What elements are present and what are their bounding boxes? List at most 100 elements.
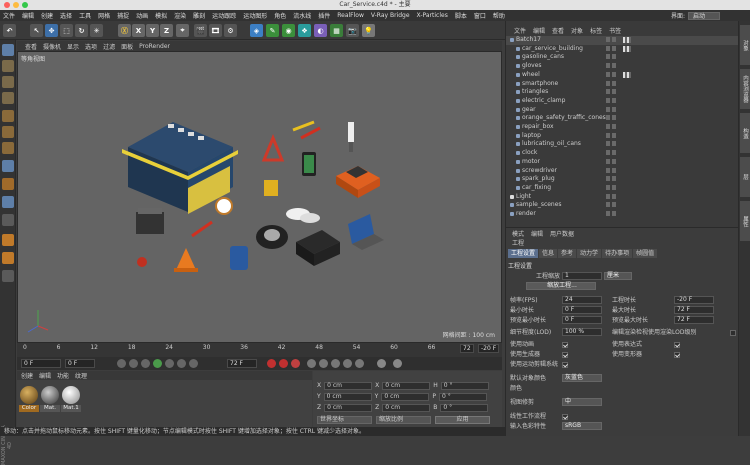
start-frame-field[interactable]: 0 F	[21, 359, 61, 368]
linear-workflow-checkbox[interactable]	[562, 414, 568, 420]
traffic-cone[interactable]	[174, 248, 198, 272]
menu-item[interactable]: 雕刻	[193, 11, 205, 20]
object-row[interactable]: gasoline_cans	[506, 53, 739, 62]
screwdriver[interactable]	[191, 220, 213, 238]
attribute-menu-item[interactable]: 用户数据	[550, 229, 574, 238]
viewport-menu-item[interactable]: 选项	[85, 42, 97, 51]
rotation-p-field[interactable]: 0 °	[438, 392, 487, 401]
timeline-layout-icon[interactable]	[377, 359, 386, 368]
minimize-icon[interactable]	[13, 2, 19, 8]
menu-item[interactable]: 选择	[60, 11, 72, 20]
visibility-dot[interactable]	[612, 106, 616, 112]
visibility-dot[interactable]	[606, 202, 610, 208]
object-name[interactable]: triangles	[522, 88, 548, 97]
scale-project-button[interactable]: 缩放工程...	[526, 282, 596, 290]
visibility-flags[interactable]	[606, 176, 618, 182]
visibility-flags[interactable]	[606, 63, 618, 69]
use-gen-checkbox[interactable]	[562, 352, 568, 358]
object-name[interactable]: lubricating_oil_cans	[522, 140, 581, 149]
visibility-flags[interactable]	[606, 54, 618, 60]
use-motion-checkbox[interactable]	[562, 362, 568, 368]
material-menu-item[interactable]: 创建	[21, 371, 33, 380]
object-row[interactable]: electric_clamp	[506, 97, 739, 106]
visibility-dot[interactable]	[612, 211, 616, 216]
visibility-flags[interactable]	[606, 202, 618, 208]
visibility-dot[interactable]	[606, 150, 610, 156]
visibility-dot[interactable]	[612, 167, 616, 173]
visibility-flags[interactable]	[606, 184, 618, 191]
menu-item[interactable]: 运动图形	[243, 11, 267, 20]
right-tab[interactable]: 内容浏览器	[740, 69, 750, 109]
visibility-dot[interactable]	[606, 89, 610, 95]
object-name[interactable]: electric_clamp	[522, 97, 565, 106]
menu-item[interactable]: V-Ray Bridge	[371, 12, 410, 19]
visibility-dot[interactable]	[606, 158, 610, 164]
object-name[interactable]: repair_box	[522, 123, 554, 132]
object-row[interactable]: render	[506, 210, 739, 219]
right-tab[interactable]: 构造	[740, 113, 750, 153]
object-row[interactable]: clock	[506, 149, 739, 158]
pla-key-icon[interactable]	[355, 359, 364, 368]
use-deform-checkbox[interactable]	[674, 352, 680, 358]
visibility-flags[interactable]	[606, 115, 618, 121]
rotation-h-field[interactable]: 0 °	[440, 381, 489, 390]
position-x-field[interactable]: 0 cm	[324, 381, 373, 390]
viewport-menu-item[interactable]: 面板	[121, 42, 133, 51]
view-clip-dropdown[interactable]: 中	[562, 398, 602, 406]
visibility-flags[interactable]	[606, 124, 618, 130]
layout-selector[interactable]: 界面: 启动	[671, 10, 720, 21]
material-tag-icon[interactable]	[623, 71, 631, 78]
visibility-dot[interactable]	[612, 202, 616, 208]
light-icon[interactable]: 💡	[362, 24, 375, 37]
visibility-dot[interactable]	[606, 141, 610, 147]
object-row[interactable]: motor	[506, 158, 739, 167]
object-menu-item[interactable]: 标签	[590, 26, 602, 35]
timeline-menu-icon[interactable]	[393, 359, 402, 368]
apply-button[interactable]: 应用	[435, 416, 490, 424]
lubricating-oil-can[interactable]	[230, 246, 248, 270]
visibility-flags[interactable]	[606, 89, 618, 95]
object-row[interactable]: smartphone	[506, 80, 739, 89]
menu-item[interactable]: 运动跟踪	[212, 11, 236, 20]
visibility-flags[interactable]	[606, 132, 618, 139]
object-name[interactable]: clock	[522, 149, 537, 158]
enable-axis-icon[interactable]	[2, 160, 14, 172]
prev-key-icon[interactable]	[129, 359, 138, 368]
menu-item[interactable]: 捕捉	[117, 11, 129, 20]
move-tool-icon[interactable]: ✥	[45, 24, 58, 37]
close-icon[interactable]	[4, 2, 10, 8]
object-name[interactable]: Light	[516, 193, 531, 202]
viewport-menu-item[interactable]: 查看	[25, 42, 37, 51]
workplane-icon[interactable]	[2, 92, 14, 104]
object-name[interactable]: sample_scenes	[516, 201, 562, 210]
visibility-dot[interactable]	[612, 184, 616, 190]
visibility-dot[interactable]	[606, 193, 610, 199]
snap-icon[interactable]	[2, 196, 14, 208]
visibility-dot[interactable]	[612, 37, 616, 42]
preview-max-field[interactable]: 72 F	[674, 316, 714, 324]
spark-plug[interactable]	[348, 122, 354, 152]
layout-dropdown[interactable]: 启动	[687, 11, 720, 20]
render-picture-icon[interactable]: 🎞	[209, 24, 222, 37]
object-name[interactable]: laptop	[522, 132, 541, 141]
menu-item[interactable]: 窗口	[474, 11, 486, 20]
object-name[interactable]: smartphone	[522, 80, 558, 89]
rotation-key-icon[interactable]	[319, 359, 328, 368]
spline-pen-icon[interactable]: ✎	[266, 24, 279, 37]
visibility-dot[interactable]	[612, 124, 616, 129]
floor-icon[interactable]: ▦	[330, 24, 343, 37]
menu-item[interactable]: 帮助	[493, 11, 505, 20]
current-frame-field[interactable]: 72	[460, 344, 474, 353]
right-tab[interactable]: 层	[740, 157, 750, 197]
viewport-menu-item[interactable]: ProRender	[139, 43, 170, 50]
visibility-flags[interactable]	[606, 71, 618, 78]
lock-workplane-icon[interactable]	[2, 214, 14, 226]
visibility-dot[interactable]	[606, 45, 610, 51]
visibility-dot[interactable]	[606, 176, 610, 182]
menu-item[interactable]: 角色	[274, 11, 286, 20]
window-controls[interactable]	[4, 2, 28, 8]
timeline[interactable]: 0 6 12 18 24 30 36 42 48 54 60 66 72	[17, 343, 502, 357]
visibility-flags[interactable]	[606, 141, 618, 147]
undo-icon[interactable]: ↶	[3, 24, 16, 37]
coordinate-mode-dropdown[interactable]: 世界坐标	[317, 416, 372, 424]
